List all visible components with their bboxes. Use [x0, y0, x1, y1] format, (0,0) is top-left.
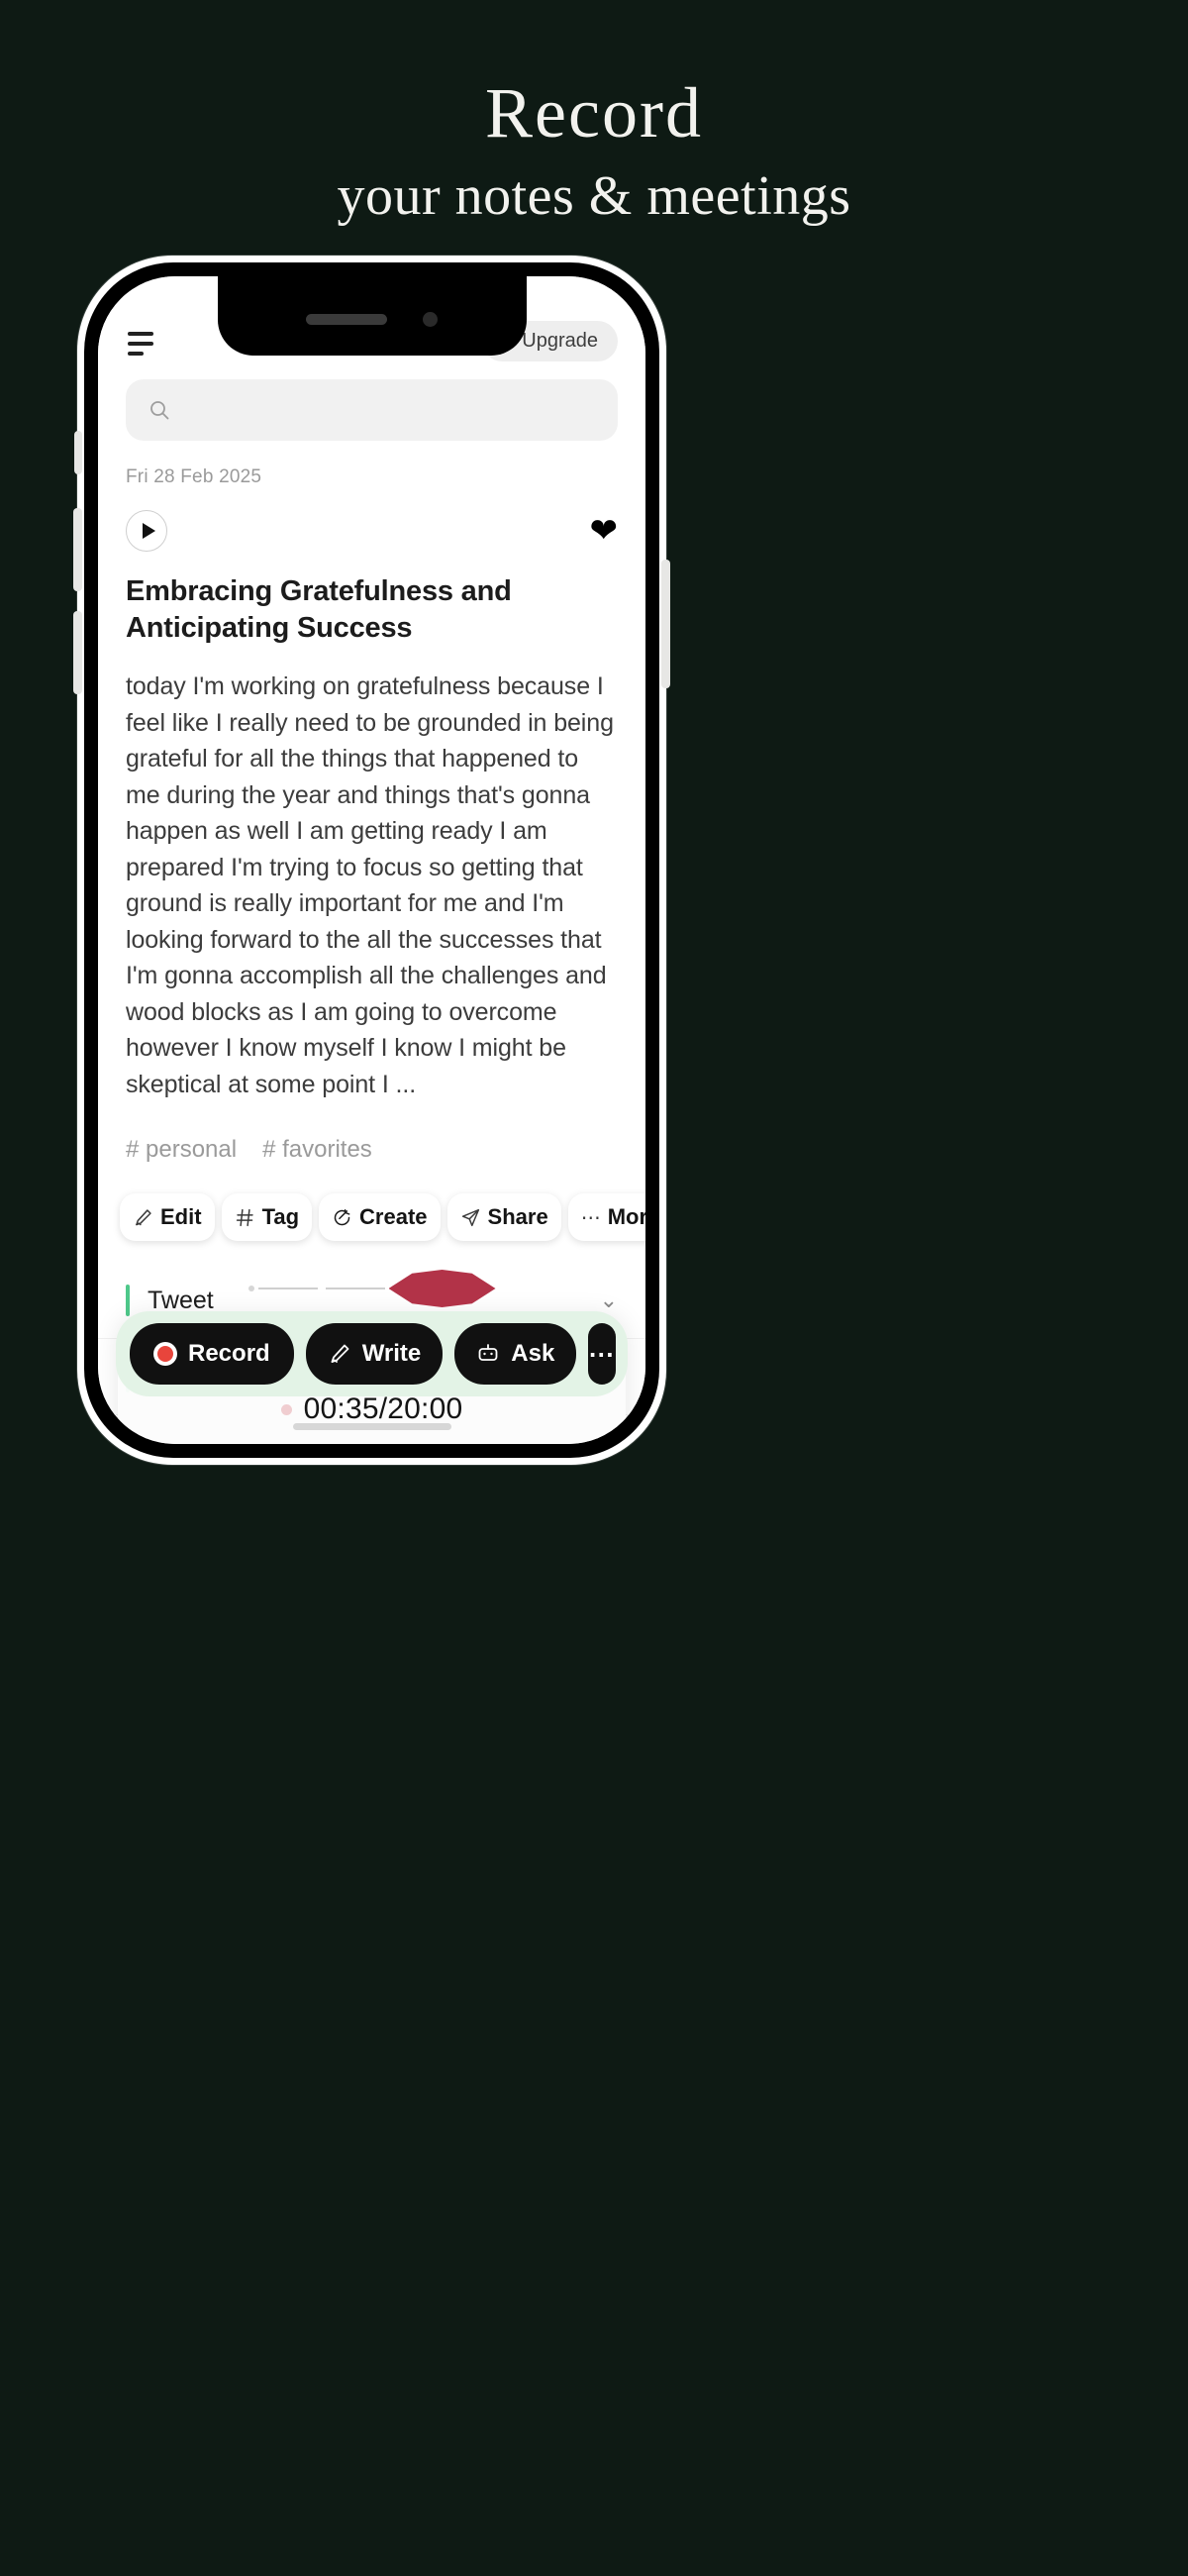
earpiece-speaker — [306, 313, 387, 325]
note-action-bar: Edit Tag Create Share ⋯ Mor — [98, 1193, 645, 1242]
page-title: Record — [485, 73, 703, 153]
front-camera — [423, 311, 438, 327]
recording-indicator-dot — [280, 1403, 292, 1415]
volume-down-button[interactable] — [73, 611, 82, 694]
home-indicator — [292, 1423, 451, 1430]
recording-timer-row: 00:35/20:00 — [280, 1392, 463, 1426]
hamburger-menu-icon[interactable] — [126, 326, 155, 361]
note-title: Embracing Gratefulness and Anticipating … — [126, 575, 512, 645]
note-tag[interactable]: # favorites — [262, 1136, 372, 1164]
create-button[interactable]: Create — [319, 1193, 441, 1242]
hash-icon — [235, 1207, 255, 1228]
phone-notch — [217, 276, 527, 356]
recording-timer: 00:35/20:00 — [303, 1392, 463, 1425]
more-button-label: More — [607, 1204, 645, 1230]
magic-wand-icon — [332, 1207, 352, 1228]
search-input[interactable] — [126, 379, 618, 441]
ask-button-label: Ask — [511, 1340, 555, 1367]
volume-up-button[interactable] — [73, 508, 82, 591]
waveform-peak-red — [388, 1270, 496, 1307]
chat-bot-icon — [478, 1344, 498, 1361]
dock-more-button[interactable]: ⋯ — [588, 1323, 617, 1385]
record-button[interactable]: Record — [130, 1323, 294, 1385]
ellipsis-icon: ⋯ — [580, 1206, 601, 1229]
page-subtitle: your notes & meetings — [337, 165, 851, 227]
waveform-line — [257, 1288, 318, 1289]
heart-filled-icon[interactable]: ❤ — [590, 514, 619, 548]
search-icon — [150, 401, 169, 420]
play-triangle — [142, 523, 155, 539]
search-section — [98, 371, 645, 441]
write-button[interactable]: Write — [305, 1323, 444, 1385]
play-icon[interactable] — [126, 510, 167, 552]
paper-plane-icon — [460, 1207, 481, 1228]
pencil-icon — [331, 1344, 349, 1363]
edit-button[interactable]: Edit — [120, 1193, 215, 1242]
phone-screen: ✦ Upgrade Fri 28 Feb 2025 — [98, 276, 645, 1444]
write-button-label: Write — [361, 1340, 422, 1367]
note-tags: # personal # favorites — [126, 1136, 618, 1164]
edit-button-label: Edit — [160, 1204, 202, 1230]
tag-button[interactable]: Tag — [221, 1193, 313, 1242]
more-button[interactable]: ⋯ More — [567, 1193, 645, 1242]
note-controls-row: ❤ — [126, 510, 618, 552]
note-tag[interactable]: # personal — [126, 1136, 237, 1164]
tag-button-label: Tag — [261, 1204, 300, 1230]
menu-line-2 — [128, 342, 153, 346]
menu-line-3 — [128, 352, 144, 356]
power-button[interactable] — [661, 560, 670, 688]
create-button-label: Create — [359, 1204, 428, 1230]
phone-mockup: ✦ Upgrade Fri 28 Feb 2025 — [73, 256, 670, 1465]
waveform-line — [325, 1288, 385, 1289]
note-card[interactable]: Fri 28 Feb 2025 ❤ Embracing Gratefulness… — [98, 441, 645, 1165]
bottom-dock: Record Write Ask ⋯ — [116, 1311, 628, 1396]
silent-switch[interactable] — [74, 431, 82, 474]
note-body: today I'm working on gratefulness becaus… — [126, 672, 614, 1098]
record-button-label: Record — [188, 1340, 270, 1367]
upgrade-button-label: Upgrade — [522, 330, 598, 352]
ellipsis-icon: ⋯ — [588, 1338, 617, 1369]
menu-line-1 — [128, 332, 153, 336]
pencil-icon — [133, 1207, 153, 1228]
note-date: Fri 28 Feb 2025 — [126, 466, 262, 487]
share-button-label: Share — [487, 1204, 548, 1230]
share-button[interactable]: Share — [446, 1193, 561, 1242]
phone-bezel: ✦ Upgrade Fri 28 Feb 2025 — [73, 262, 670, 1458]
ask-button[interactable]: Ask — [454, 1323, 577, 1385]
record-dot-icon — [153, 1342, 177, 1366]
waveform-dot — [248, 1286, 254, 1291]
